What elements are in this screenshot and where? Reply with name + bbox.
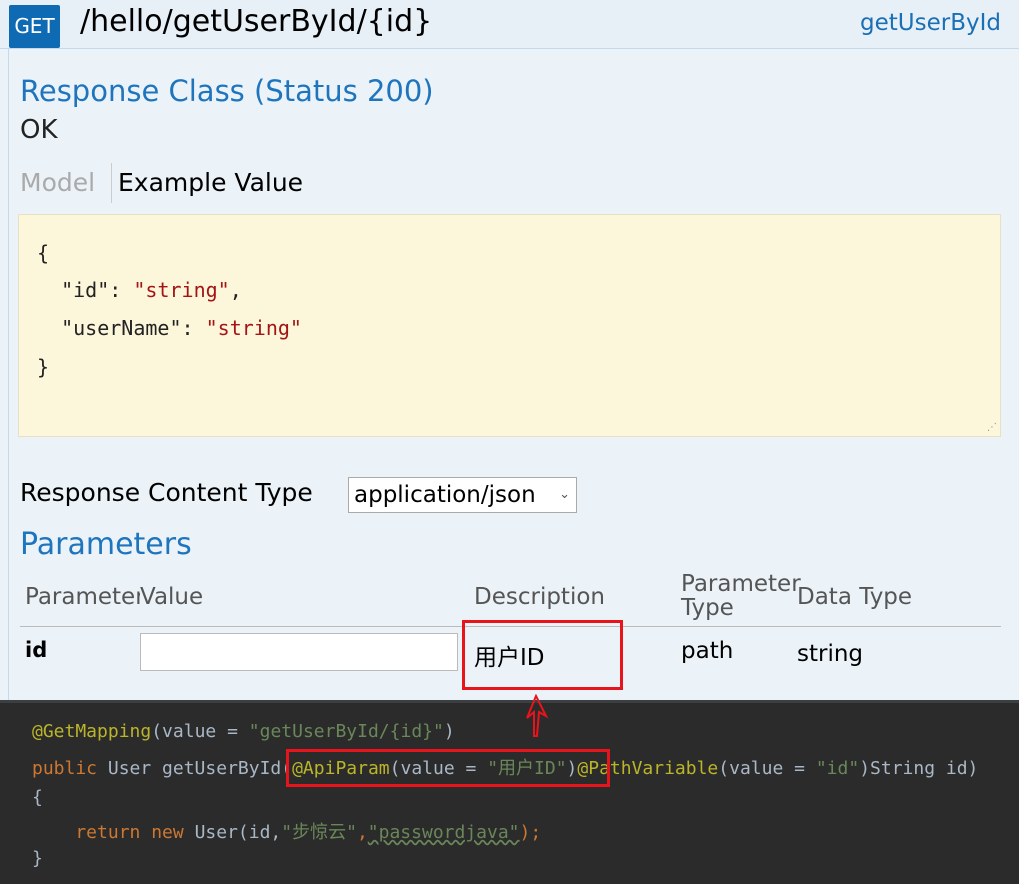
chevron-down-icon: ⌄ — [559, 487, 570, 502]
column-header-description: Description — [474, 584, 605, 610]
id-input[interactable] — [140, 633, 458, 671]
code-line: { — [32, 787, 43, 808]
response-content-type-select[interactable]: application/json ⌄ — [348, 477, 577, 513]
json-sep: : — [181, 316, 206, 340]
json-value: "string" — [205, 316, 302, 340]
response-content-type-label: Response Content Type — [20, 478, 313, 507]
json-end: , — [229, 278, 242, 302]
param-data-type: string — [797, 641, 864, 667]
resize-grip-icon[interactable]: ⋰ — [987, 422, 997, 433]
column-header-value: Value — [140, 584, 204, 610]
json-line: "userName": "string" — [37, 316, 302, 340]
example-value-box[interactable]: { "id": "string", "userName": "string" }… — [18, 214, 1001, 437]
operation-header[interactable]: GET /hello/getUserById/{id} getUserById — [0, 0, 1019, 49]
code-editor: @GetMapping(value = "getUserById/{id}") … — [0, 700, 1019, 884]
param-name: id — [25, 638, 48, 662]
highlight-box-apiparam — [286, 749, 610, 787]
tab-example-value[interactable]: Example Value — [118, 168, 303, 197]
parameters-title: Parameters — [20, 527, 192, 562]
column-header-parameter-type: Parameter Type — [681, 571, 801, 621]
param-type: path — [681, 638, 734, 664]
operation-id-link[interactable]: getUserById — [860, 10, 1001, 36]
tab-model[interactable]: Model — [20, 168, 95, 197]
response-class-title: Response Class (Status 200) — [20, 74, 434, 108]
column-header-parameter: Parameter — [25, 585, 140, 609]
endpoint-path[interactable]: /hello/getUserById/{id} — [80, 4, 432, 39]
method-badge: GET — [9, 5, 60, 48]
code-line: } — [32, 848, 43, 869]
status-text: OK — [20, 115, 58, 145]
json-line: } — [37, 355, 50, 379]
json-key: "id" — [61, 278, 110, 302]
json-key: "userName" — [61, 316, 182, 340]
highlight-box-description — [462, 620, 623, 690]
json-sep: : — [109, 278, 134, 302]
select-value: application/json — [354, 482, 536, 508]
tab-divider — [111, 163, 112, 203]
code-line: return new User(id,"步惊云","passwordjava")… — [32, 822, 542, 843]
json-value: "string" — [133, 278, 230, 302]
code-line: @GetMapping(value = "getUserById/{id}") — [32, 721, 455, 742]
json-line: "id": "string", — [37, 278, 242, 302]
column-header-data-type: Data Type — [797, 584, 913, 610]
arrow-up-icon — [526, 694, 549, 737]
json-line: { — [37, 241, 50, 265]
